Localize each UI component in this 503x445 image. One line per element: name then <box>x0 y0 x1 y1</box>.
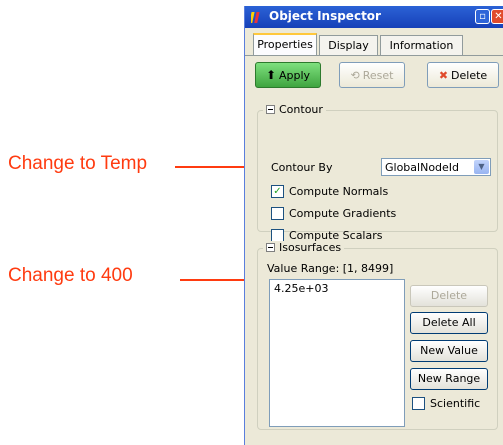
delete-button[interactable]: ✖ Delete <box>427 62 499 88</box>
annotation-change-to-400: Change to 400 <box>8 265 133 286</box>
collapse-icon[interactable] <box>266 243 275 252</box>
window-title: Object Inspector <box>269 9 381 23</box>
scientific-checkbox[interactable] <box>412 397 425 410</box>
isosurface-values-list[interactable]: 4.25e+03 <box>269 279 405 427</box>
new-value-button[interactable]: New Value <box>410 340 488 362</box>
object-inspector-panel: Object Inspector ▫ ✕ Properties Display … <box>244 6 503 445</box>
compute-normals-label: Compute Normals <box>289 185 389 198</box>
delete-x-icon: ✖ <box>438 68 449 82</box>
collapse-icon[interactable] <box>266 105 275 114</box>
compute-gradients-checkbox[interactable] <box>271 207 284 220</box>
chevron-down-icon: ▼ <box>474 160 489 174</box>
new-range-button[interactable]: New Range <box>410 368 488 390</box>
float-icon[interactable]: ▫ <box>475 9 490 24</box>
reset-button[interactable]: ⟲ Reset <box>339 62 405 88</box>
compute-gradients-label: Compute Gradients <box>289 207 397 220</box>
paraview-logo-icon <box>251 12 260 23</box>
value-range-label: Value Range: [1, 8499] <box>267 262 394 275</box>
delete-value-button[interactable]: Delete <box>410 285 488 307</box>
tab-display[interactable]: Display <box>319 35 378 55</box>
contour-by-label: Contour By <box>271 161 333 174</box>
scientific-label: Scientific <box>430 397 481 410</box>
apply-icon: ⬆ <box>265 68 276 82</box>
title-bar: Object Inspector ▫ ✕ <box>245 6 503 28</box>
delete-all-button[interactable]: Delete All <box>410 312 488 334</box>
contour-legend: Contour <box>263 103 326 116</box>
close-icon[interactable]: ✕ <box>491 9 503 24</box>
apply-button[interactable]: ⬆ Apply <box>255 62 321 88</box>
tab-divider <box>245 55 503 56</box>
compute-normals-checkbox[interactable]: ✓ <box>271 185 284 198</box>
tab-properties[interactable]: Properties <box>253 33 317 56</box>
reset-icon: ⟲ <box>350 68 360 82</box>
isosurfaces-legend: Isosurfaces <box>263 241 345 254</box>
tab-information[interactable]: Information <box>380 35 463 55</box>
contour-by-select[interactable]: GlobalNodeId ▼ <box>381 158 491 176</box>
list-item[interactable]: 4.25e+03 <box>270 280 404 297</box>
